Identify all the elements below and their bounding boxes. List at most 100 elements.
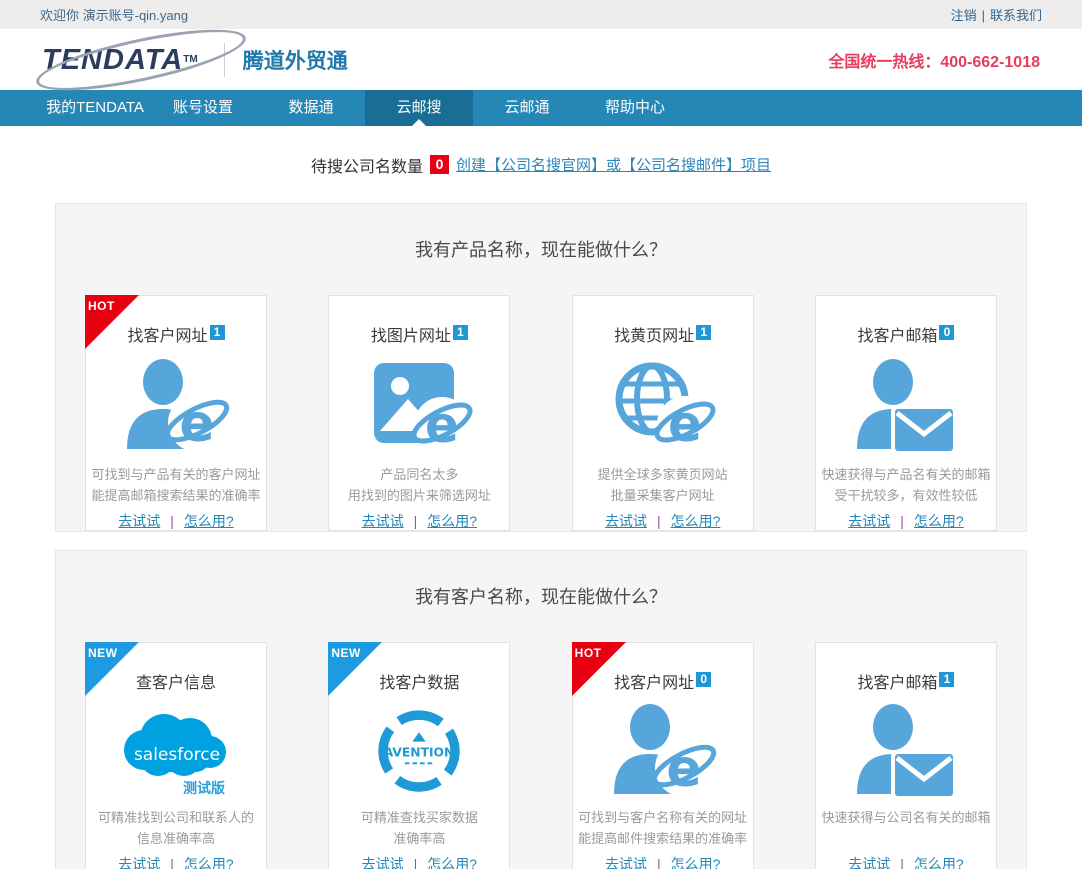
contact-link[interactable]: 联系我们 [990, 8, 1042, 23]
how-link[interactable]: 怎么用? [914, 856, 964, 869]
try-link[interactable]: 去试试 [605, 856, 647, 869]
nav-item-data-hub[interactable]: 数据通 [257, 90, 365, 126]
desc-line: 信息准确率高 [86, 828, 266, 849]
card-links: 去试试 | 怎么用? [86, 854, 266, 869]
card-description: 提供全球多家黄页网站 批量采集客户网址 [573, 464, 753, 506]
desc-line: 提供全球多家黄页网站 [573, 464, 753, 485]
person-browser-icon: e [86, 350, 266, 464]
topbar-divider: | [982, 8, 985, 23]
salesforce-wordmark: salesforce [134, 745, 220, 765]
card-description: 可精准找到公司和联系人的 信息准确率高 [86, 807, 266, 849]
desc-line: 快速获得与公司名有关的邮箱 [816, 807, 996, 828]
globe-browser-icon: e [573, 350, 753, 464]
card-links: 去试试|怎么用? [573, 854, 753, 869]
salesforce-trial-label: 测试版 [183, 780, 225, 796]
card-description: 快速获得与公司名有关的邮箱 [816, 807, 996, 849]
new-ribbon: NEW [85, 642, 139, 696]
card-find-customer-emails[interactable]: 找客户邮箱1 快速获得与公司名有关的邮箱 去试试 | 怎么用? [815, 642, 997, 869]
create-project-link[interactable]: 创建【公司名搜官网】或【公司名搜邮件】项目 [456, 154, 771, 175]
card-title-text: 找客户数据 [379, 675, 459, 692]
card-find-customer-emails[interactable]: 找客户邮箱0 快速获得与产品名有关的邮箱 受干扰较多，有效性较低 去试试 | 怎么用… [815, 295, 997, 531]
hot-ribbon: HOT [572, 642, 626, 696]
main-nav: 我的TENDATA 账号设置 数据通 云邮搜 云邮通 帮助中心 [0, 90, 1082, 126]
logo-brand-text: TENDATA [42, 36, 183, 84]
image-browser-icon: e [329, 350, 509, 464]
count-badge: 1 [696, 325, 711, 340]
card-links: 去试试|怎么用? [329, 511, 509, 531]
card-title-text: 找图片网址 [371, 328, 451, 345]
link-separator: | [414, 856, 418, 869]
section-title: 我有客户名称，现在能做什么？ [56, 551, 1026, 609]
nav-item-label: 云邮搜 [396, 99, 441, 116]
how-link[interactable]: 怎么用? [427, 513, 477, 529]
nav-item-account-settings[interactable]: 账号设置 [149, 90, 257, 126]
how-link[interactable]: 怎么用? [671, 856, 721, 869]
section-title: 我有产品名称，现在能做什么？ [56, 204, 1026, 262]
link-separator: | [900, 513, 904, 529]
try-link[interactable]: 去试试 [362, 513, 404, 529]
card-title: 找客户邮箱1 [816, 669, 996, 693]
logo-trademark: TM [183, 54, 197, 65]
nav-item-help-center[interactable]: 帮助中心 [581, 90, 689, 126]
try-link[interactable]: 去试试 [848, 513, 890, 529]
link-separator: | [170, 856, 174, 869]
count-badge: 1 [453, 325, 468, 340]
tendata-logo[interactable]: TENDATA TM [42, 36, 198, 84]
card-find-yellowpage-urls[interactable]: 找黄页网址1 e 提供全球多家黄页网站 批量采集客户网址 去试试|怎么用 [572, 295, 754, 531]
link-separator: | [900, 856, 904, 869]
card-title: 找客户邮箱0 [816, 322, 996, 346]
card-description: 快速获得与产品名有关的邮箱 受干扰较多，有效性较低 [816, 464, 996, 506]
try-link[interactable]: 去试试 [362, 856, 404, 869]
desc-line: 快速获得与产品名有关的邮箱 [816, 464, 996, 485]
how-link[interactable]: 怎么用? [184, 513, 234, 529]
desc-line: 可精准查找买家数据 [329, 807, 509, 828]
card-find-customer-urls[interactable]: HOT 找客户网址1 e 可找到与产品有关的客户网址 能提高邮箱搜索结果的准确率… [85, 295, 267, 531]
desc-line: 产品同名太多 [329, 464, 509, 485]
try-link[interactable]: 去试试 [848, 856, 890, 869]
card-links: 去试试 | 怎么用? [816, 854, 996, 869]
desc-line: 能提高邮箱搜索结果的准确率 [86, 485, 266, 506]
desc-line: 能提高邮件搜索结果的准确率 [573, 828, 753, 849]
try-link[interactable]: 去试试 [118, 856, 160, 869]
logout-link[interactable]: 注销 [951, 8, 977, 23]
desc-line: 用找到的图片来筛选网址 [329, 485, 509, 506]
card-row: HOT 找客户网址1 e 可找到与产品有关的客户网址 能提高邮箱搜索结果的准确率… [56, 295, 1026, 531]
how-link[interactable]: 怎么用? [427, 856, 477, 869]
card-description: 产品同名太多 用找到的图片来筛选网址 [329, 464, 509, 506]
card-title-text: 找客户邮箱 [857, 328, 937, 345]
new-ribbon: NEW [328, 642, 382, 696]
card-title-text: 找黄页网址 [614, 328, 694, 345]
card-links: 去试试 | 怎么用? [816, 511, 996, 531]
card-find-customer-data[interactable]: NEW 找客户数据 AVENTION 可精准查找买家数据 准确率高 去试试|怎么… [328, 642, 510, 869]
card-links: 去试试|怎么用? [86, 511, 266, 531]
desc-line: 可找到与客户名称有关的网址 [573, 807, 753, 828]
card-title-text: 找客户网址 [614, 675, 694, 692]
card-check-customer-info[interactable]: NEW 查客户信息 salesforce 测试版 可精准找到公司和联系人的 信息… [85, 642, 267, 869]
desc-line: 可找到与产品有关的客户网址 [86, 464, 266, 485]
card-find-image-urls[interactable]: 找图片网址1 e 产品同名太多 用找到的图片来筛选网址 去试试|怎么用? [328, 295, 510, 531]
customer-name-section: 我有客户名称，现在能做什么？ NEW 查客户信息 salesforce 测试版 [55, 550, 1027, 869]
card-title-text: 查客户信息 [136, 675, 216, 692]
topbar-right: 注销 | 联系我们 [951, 5, 1042, 24]
nav-item-cloud-mail[interactable]: 云邮通 [473, 90, 581, 126]
ribbon-label: HOT [88, 299, 115, 313]
ribbon-label: NEW [331, 646, 361, 660]
pending-count-badge: 0 [430, 155, 449, 174]
count-badge: 1 [210, 325, 225, 340]
how-link[interactable]: 怎么用? [671, 513, 721, 529]
nav-item-cloud-mail-search[interactable]: 云邮搜 [365, 90, 473, 126]
card-find-customer-urls[interactable]: HOT 找客户网址0 e 可找到与客户名称有关的网址 能提高邮件搜索结果的准确率… [572, 642, 754, 869]
nav-item-my-tendata[interactable]: 我的TENDATA [41, 90, 149, 126]
how-link[interactable]: 怎么用? [914, 513, 964, 529]
try-link[interactable]: 去试试 [605, 513, 647, 529]
topbar: 欢迎你 演示账号-qin.yang 注销|联系我们 [0, 0, 1082, 29]
count-badge: 0 [939, 325, 954, 340]
link-separator: | [657, 513, 661, 529]
desc-line: 准确率高 [329, 828, 509, 849]
try-link[interactable]: 去试试 [118, 513, 160, 529]
card-links: 去试试 | 怎么用? [573, 511, 753, 531]
hot-ribbon: HOT [85, 295, 139, 349]
pending-count-label: 待搜公司名数量 [311, 153, 423, 177]
product-name: 腾道外贸通 [243, 45, 348, 75]
how-link[interactable]: 怎么用? [184, 856, 234, 869]
